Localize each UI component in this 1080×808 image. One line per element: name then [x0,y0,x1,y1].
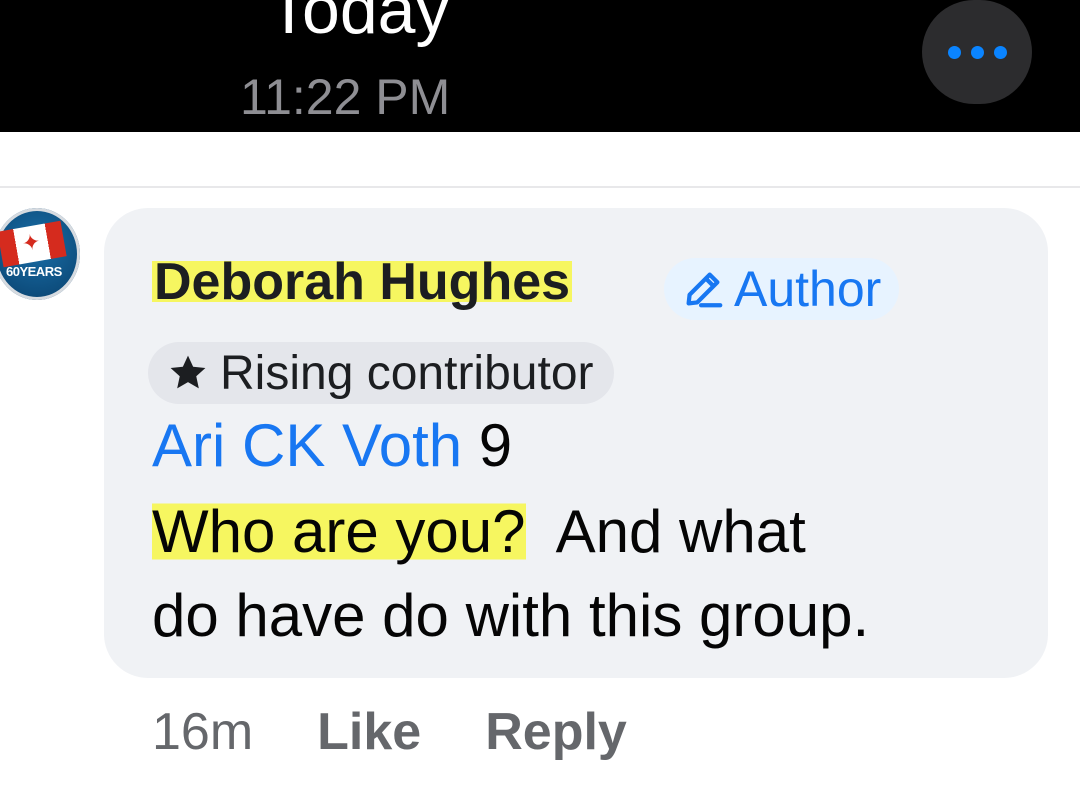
comment-text-rest: And what [525,498,806,565]
comment-actions: 16m Like Reply [152,706,691,758]
more-options-button[interactable] [922,0,1032,104]
comment-text-line-1: Who are you? And what [152,498,806,565]
divider [0,186,1080,188]
comment-mention-line: Ari CK Voth 9 [152,416,512,476]
avatar-badge-text: 60YEARS [6,264,62,279]
highlighted-text: Who are you? [152,498,526,565]
avatar[interactable]: ✦ 60YEARS [0,208,80,300]
pencil-icon [686,272,723,308]
author-badge[interactable]: Author [664,258,900,320]
more-dot [993,45,1007,59]
comment-text-line-2: do have do with this group. [152,582,870,649]
header-time: 11:22 PM [240,69,451,125]
top-bar: Today 11:22 PM [0,0,1080,132]
more-dot [970,45,984,59]
like-button[interactable]: Like [317,703,421,761]
star-icon [170,355,206,389]
reply-button[interactable]: Reply [485,703,627,761]
more-horizontal-icon [947,45,961,59]
author-badge-label: Author [734,261,882,317]
header-title: Today [268,0,450,48]
mention-link[interactable]: Ari CK Voth [152,412,462,479]
comment-timestamp[interactable]: 16m [152,703,253,761]
contributor-badge-label: Rising contributor [220,346,594,400]
rising-contributor-badge[interactable]: Rising contributor [148,342,614,404]
author-name[interactable]: Deborah Hughes [152,256,573,308]
mention-suffix: 9 [462,412,513,479]
